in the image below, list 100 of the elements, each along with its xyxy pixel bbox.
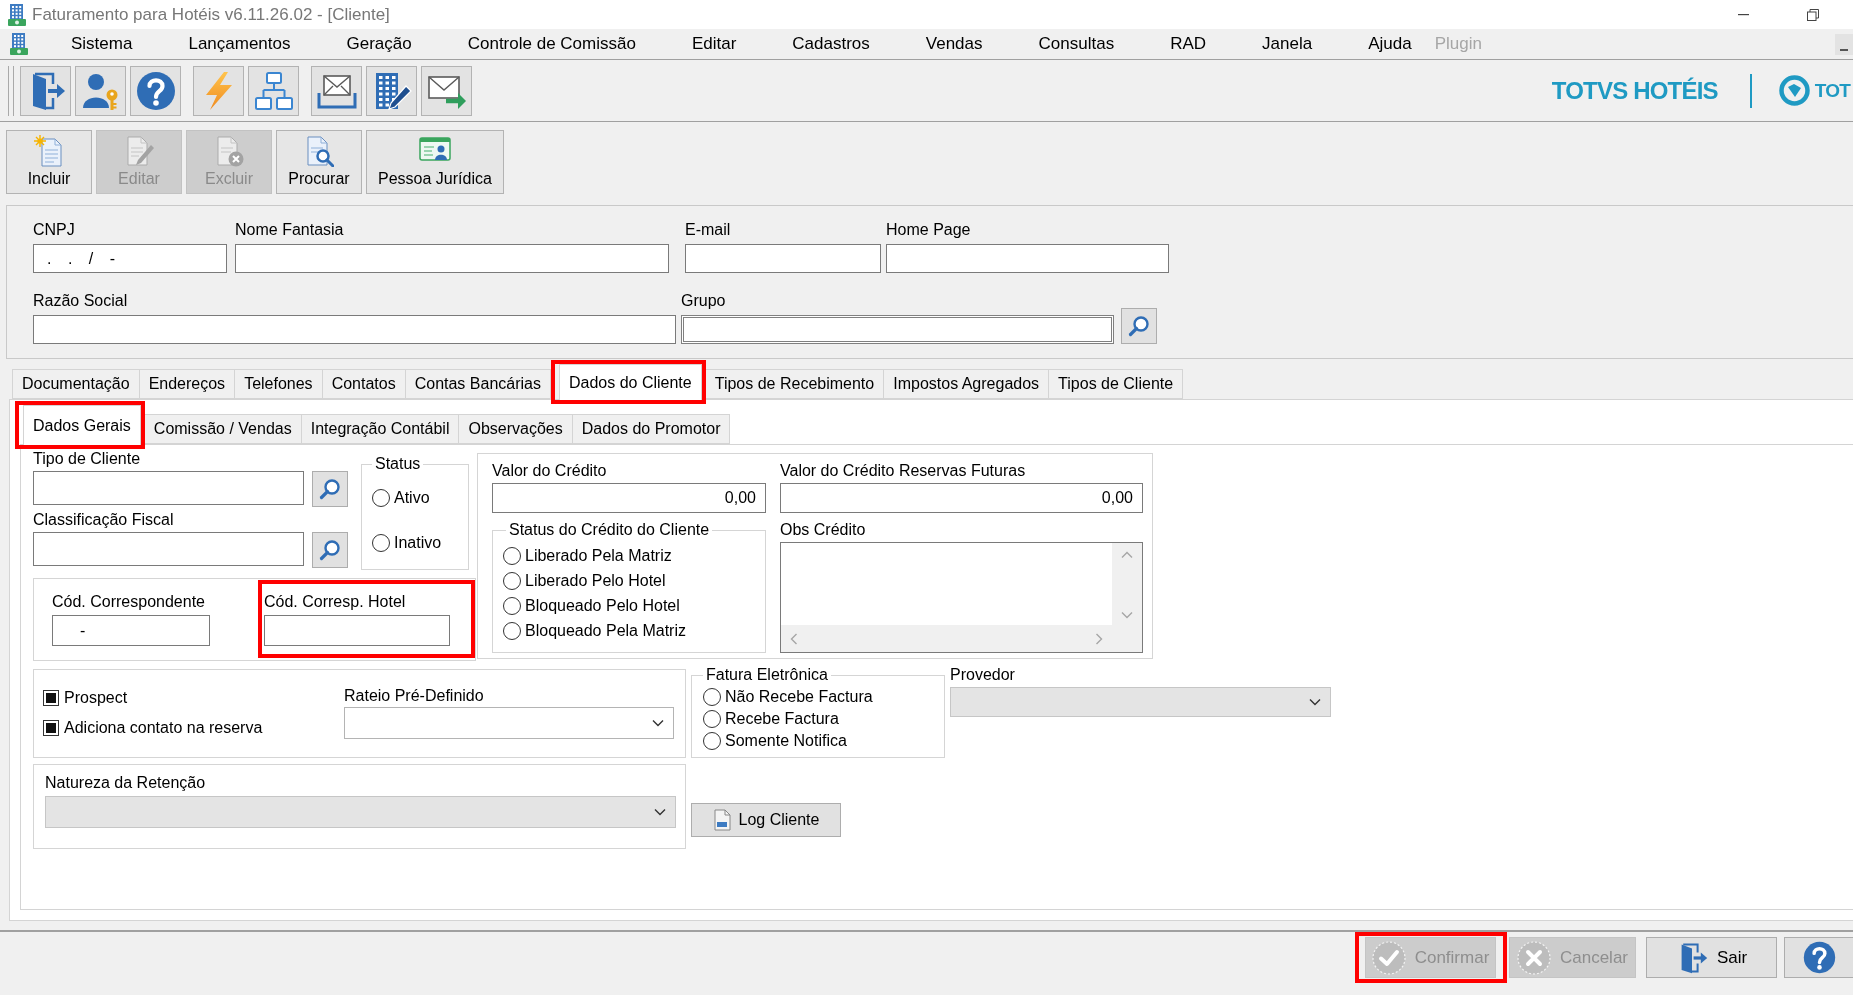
- menu-item[interactable]: Consultas: [1032, 33, 1121, 55]
- field-label: Cód. Corresp. Hotel: [264, 593, 406, 611]
- toolbar-button[interactable]: [130, 65, 181, 116]
- tab[interactable]: Dados do Promotor: [572, 414, 731, 444]
- search-button[interactable]: [312, 532, 348, 568]
- toolbar-button[interactable]: Incluir: [6, 130, 92, 194]
- menu-item[interactable]: RAD: [1164, 33, 1213, 55]
- radio-option[interactable]: Somente Notifica: [703, 731, 847, 751]
- field-label: Home Page: [886, 221, 971, 239]
- log-button[interactable]: Log Cliente: [691, 803, 841, 837]
- tab[interactable]: Contas Bancárias: [405, 369, 551, 399]
- checkbox-option[interactable]: Adiciona contato na reserva: [43, 719, 263, 736]
- amount-field[interactable]: 0,00: [492, 483, 766, 513]
- toolbar-button[interactable]: [75, 65, 126, 116]
- radio-option[interactable]: Inativo: [372, 533, 442, 553]
- radio-option[interactable]: Bloqueado Pela Matriz: [503, 621, 686, 641]
- radio-button[interactable]: [372, 534, 390, 552]
- text-field[interactable]: [33, 532, 304, 566]
- radio-button[interactable]: [503, 547, 521, 565]
- checkbox-option[interactable]: Prospect: [43, 689, 128, 706]
- menu-item[interactable]: Cadastros: [786, 33, 876, 55]
- tab[interactable]: Documentação: [12, 369, 140, 399]
- menu-item[interactable]: Janela: [1256, 33, 1319, 55]
- scrollbar[interactable]: [781, 625, 1112, 652]
- radio-option[interactable]: Bloqueado Pelo Hotel: [503, 596, 680, 616]
- text-field[interactable]: [33, 471, 304, 505]
- search-button[interactable]: [1121, 308, 1157, 344]
- text-field[interactable]: . . / -: [33, 244, 227, 273]
- toolbar-grip[interactable]: [8, 65, 14, 116]
- field-label: Cód. Correspondente: [52, 593, 205, 611]
- text-field[interactable]: [886, 244, 1169, 273]
- radio-option[interactable]: Recebe Factura: [703, 709, 839, 729]
- radio-button[interactable]: [703, 710, 721, 728]
- radio-option[interactable]: Ativo: [372, 488, 430, 508]
- minimize-icon: [1840, 48, 1848, 51]
- document-search-icon: [304, 135, 334, 167]
- radio-option[interactable]: Liberado Pela Matriz: [503, 546, 672, 566]
- radio-button[interactable]: [703, 732, 721, 750]
- group-title: Fatura Eletrônica: [705, 666, 829, 684]
- action-button[interactable]: [1784, 937, 1853, 978]
- tab[interactable]: Dados do Cliente: [558, 364, 702, 400]
- toolbar-button[interactable]: Procurar: [276, 130, 362, 194]
- text-field[interactable]: -: [52, 615, 210, 646]
- text-field[interactable]: [264, 615, 450, 646]
- document-x-icon: [214, 135, 244, 167]
- tab[interactable]: Tipos de Cliente: [1049, 369, 1184, 399]
- toolbar-button[interactable]: [366, 65, 417, 116]
- document-sparkle-icon: [34, 135, 64, 167]
- menu-item[interactable]: Sistema: [65, 33, 139, 55]
- radio-button[interactable]: [503, 597, 521, 615]
- toolbar-button[interactable]: [311, 65, 362, 116]
- brand-name: TOTVS HOTÉIS: [1551, 76, 1718, 105]
- search-button[interactable]: [312, 471, 348, 507]
- tab[interactable]: Impostos Agregados: [884, 369, 1050, 399]
- scrollbar[interactable]: [1112, 543, 1142, 625]
- tab[interactable]: Integração Contábil: [301, 414, 460, 444]
- menu-item[interactable]: Geração: [340, 33, 418, 55]
- tab[interactable]: Telefones: [235, 369, 323, 399]
- chevron-down-icon: [1309, 698, 1321, 706]
- menu-item[interactable]: Editar: [685, 33, 743, 55]
- menu-item[interactable]: Lançamentos: [182, 33, 297, 55]
- menu-item[interactable]: Vendas: [919, 33, 989, 55]
- toolbar-button[interactable]: Pessoa Jurídica: [366, 130, 504, 194]
- radio-button[interactable]: [372, 489, 390, 507]
- checkbox[interactable]: [43, 719, 59, 736]
- text-field[interactable]: [33, 315, 676, 344]
- logo-text: TOT: [1814, 79, 1850, 102]
- tab[interactable]: Dados Gerais: [23, 405, 141, 445]
- text-field[interactable]: [685, 244, 881, 273]
- tab[interactable]: Contatos: [322, 369, 406, 399]
- checkbox[interactable]: [43, 689, 59, 706]
- group-title: Status: [374, 455, 422, 473]
- radio-button[interactable]: [503, 572, 521, 590]
- document-pencil-icon: [124, 135, 154, 167]
- menu-item[interactable]: Controle de Comissão: [461, 33, 642, 55]
- tab[interactable]: Observações: [459, 414, 573, 444]
- field-label: Razão Social: [33, 292, 128, 310]
- tab[interactable]: Tipos de Recebimento: [705, 369, 885, 399]
- radio-button[interactable]: [703, 688, 721, 706]
- radio-button[interactable]: [503, 622, 521, 640]
- text-field[interactable]: [681, 315, 1114, 344]
- toolbar-button[interactable]: [20, 65, 71, 116]
- toolbar-button[interactable]: [421, 65, 472, 116]
- action-button[interactable]: Sair: [1646, 937, 1777, 978]
- radio-option[interactable]: Liberado Pelo Hotel: [503, 571, 666, 591]
- tab[interactable]: Endereços: [139, 369, 236, 399]
- tab[interactable]: Comissão / Vendas: [144, 414, 302, 444]
- chevron-down-icon: [1121, 611, 1133, 619]
- minimize-button[interactable]: [1835, 33, 1853, 55]
- help-icon: [1802, 941, 1836, 974]
- chevron-right-icon: [1095, 632, 1103, 645]
- toolbar-button[interactable]: [248, 65, 299, 116]
- amount-field[interactable]: 0,00: [780, 483, 1143, 513]
- field-label: Nome Fantasia: [235, 221, 344, 239]
- id-card-icon: [418, 135, 451, 163]
- text-field[interactable]: [235, 244, 669, 273]
- notes-field[interactable]: [780, 542, 1143, 653]
- radio-option[interactable]: Não Recebe Factura: [703, 687, 873, 707]
- building-icon: [8, 3, 26, 26]
- menu-item[interactable]: Ajuda: [1362, 33, 1418, 55]
